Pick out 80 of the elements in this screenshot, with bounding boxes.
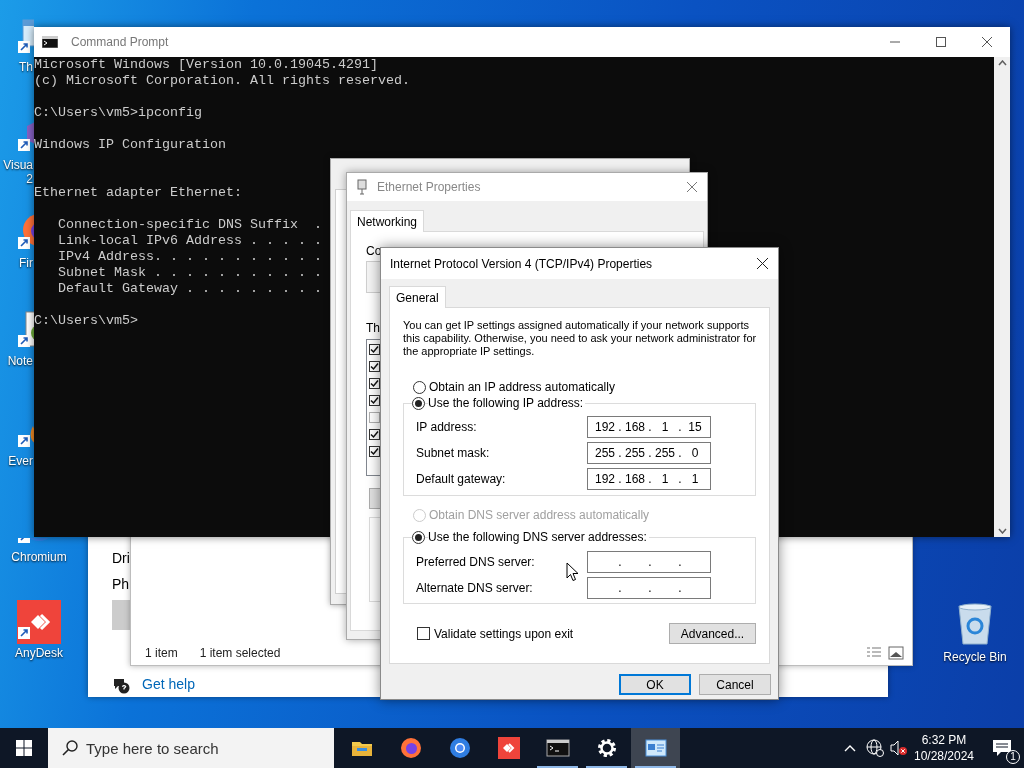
status-text: 1 item [145, 645, 178, 662]
ip-address-field[interactable]: 192 . 168 . 1 . 1 [587, 468, 711, 490]
checkbox-label: Validate settings upon exit [434, 625, 574, 643]
console-line: Connection-specific DNS Suffix . [57, 217, 322, 233]
search-field[interactable]: Type here to search [48, 728, 334, 768]
console-line: Microsoft Windows [Version 10.0.19045.4291] [34, 57, 378, 73]
scroll-down-icon[interactable] [997, 528, 1007, 534]
network-connections-icon[interactable] [643, 736, 668, 760]
tab[interactable]: General [389, 286, 446, 308]
scroll-up-icon[interactable] [997, 60, 1007, 66]
terminal-icon[interactable] [545, 736, 570, 760]
list-label: Th [366, 320, 380, 334]
desktop-icon-label: Chromium [10, 550, 68, 564]
desktop-icon-label: Ever [7, 454, 33, 468]
settings-item[interactable]: Dri [112, 548, 130, 574]
ok-button[interactable]: OK [619, 674, 691, 695]
cancel-button[interactable]: Cancel [699, 674, 771, 695]
checkbox[interactable] [369, 395, 380, 406]
checkbox[interactable] [369, 361, 380, 372]
chevron-up-icon[interactable] [844, 744, 856, 752]
checkbox[interactable] [369, 344, 380, 355]
checkbox[interactable] [417, 627, 430, 640]
radio-button[interactable] [413, 380, 426, 394]
checkbox[interactable] [369, 378, 380, 389]
field-label: Preferred DNS server: [416, 554, 535, 571]
settings-item[interactable]: Ph [112, 574, 130, 600]
console-line: IPv4 Address. . . . . . . . . . . [57, 249, 322, 265]
globe-icon[interactable] [398, 736, 423, 760]
desktop-icon-label: AnyDesk [14, 646, 64, 660]
close-icon[interactable] [757, 258, 768, 269]
console-line: C:\Users\vm5> [34, 313, 138, 329]
console-line: (c) Microsoft Corporation. All rights reserved. [34, 73, 410, 89]
network-adapter-icon [357, 179, 367, 195]
console-line: Default Gateway . . . . . . . . . [57, 281, 322, 297]
radio-button[interactable] [412, 530, 425, 544]
advanced-button[interactable]: Advanced... [669, 623, 756, 644]
console-line: Windows IP Configuration [34, 137, 226, 153]
field-label: Subnet mask: [416, 445, 490, 462]
ip-address-field[interactable]: . . . [587, 577, 711, 599]
status-text: 1 item selected [199, 645, 281, 662]
console-icon [42, 36, 58, 48]
ip-address-field[interactable]: 192 . 168 . 1 . 15 [587, 416, 711, 438]
ip-address-field[interactable]: 255 . 255 . 255 . 0 [587, 442, 711, 464]
help-link[interactable]: Get help [142, 674, 195, 695]
network-icon[interactable] [866, 739, 884, 757]
notification-icon[interactable] [992, 739, 1012, 757]
checkbox[interactable] [369, 429, 380, 440]
volume-muted-icon[interactable] [890, 740, 908, 756]
checkbox[interactable] [369, 412, 380, 423]
notification-badge: 1 [1006, 750, 1020, 764]
thumbnail-view-icon[interactable] [888, 646, 904, 660]
console-line: Link-local IPv6 Address . . . . . [57, 233, 322, 249]
console-line: Ethernet adapter Ethernet: [34, 185, 242, 201]
radio-button[interactable] [412, 396, 425, 410]
cursor-icon [566, 562, 579, 582]
checkbox[interactable] [369, 446, 380, 457]
taskbar-button[interactable] [631, 728, 680, 768]
desktop-icon-label: Note [6, 354, 33, 368]
search-icon[interactable] [62, 740, 78, 756]
close-icon[interactable] [982, 37, 992, 47]
field-label: IP address: [416, 419, 477, 436]
ip-address-field[interactable]: . . . [587, 551, 711, 573]
notifications-button[interactable]: 1 [980, 728, 1024, 768]
maximize-icon[interactable] [936, 37, 946, 47]
console-line: Subnet Mask . . . . . . . . . . . [57, 265, 322, 281]
field-label: Alternate DNS server: [416, 580, 533, 597]
description-text: You can get IP settings assigned automatically if your network supports this capability. Otherwise, you need to ask your network administrator for the appropriate IP settings. [403, 319, 758, 358]
desktop-icon-label: Th [18, 60, 33, 74]
clock[interactable]: 6:32 PM 10/28/2024 [908, 732, 980, 764]
desktop-icon-label: Recycle Bin [943, 650, 1007, 664]
window-title: Command Prompt [71, 34, 169, 51]
desktop-icon-label: Visua 2 [2, 158, 33, 186]
window-title: Internet Protocol Version 4 (TCP/IPv4) Properties [390, 255, 653, 273]
desktop-icon-label: Fir [18, 256, 33, 270]
tab[interactable]: Networking [350, 210, 425, 232]
app-icon[interactable] [496, 736, 521, 760]
field-label: Default gateway: [416, 471, 506, 488]
console-line: C:\Users\vm5>ipconfig [34, 105, 202, 121]
window-title: Ethernet Properties [377, 179, 481, 196]
scrollbar[interactable] [994, 57, 1010, 537]
